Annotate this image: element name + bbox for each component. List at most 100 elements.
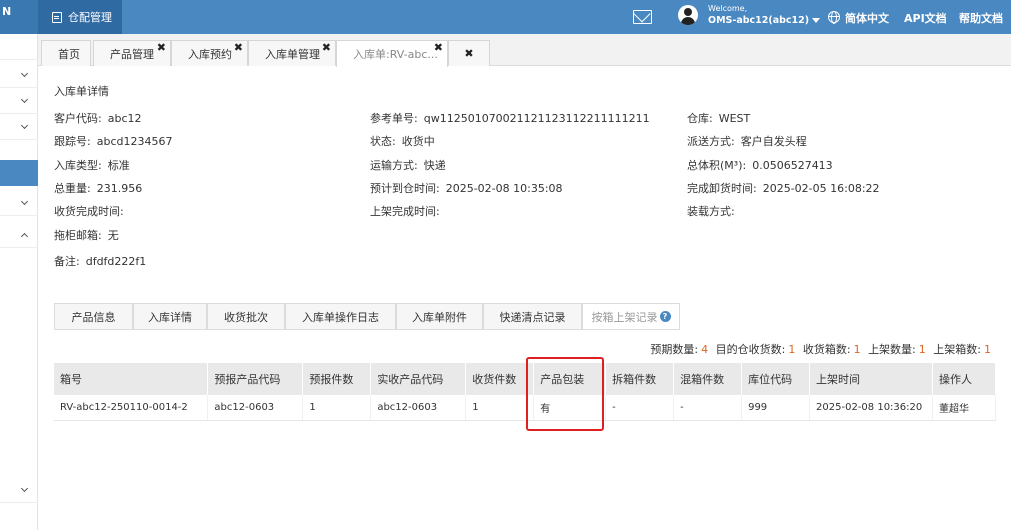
cell-location-code: 999 [741, 395, 811, 421]
help-docs-link[interactable]: 帮助文档 [959, 10, 1003, 26]
cell-forecast-sku: abc12-0603 [207, 395, 304, 421]
column-header: 操作人 [932, 363, 997, 395]
sidebar-item-4[interactable] [0, 114, 38, 140]
summary-label: 上架数量: [868, 343, 916, 356]
column-header: 混箱件数 [673, 363, 743, 395]
document-icon [52, 11, 62, 23]
column-header: 上架时间 [809, 363, 933, 395]
field-receive-complete: 收货完成时间: [54, 205, 124, 218]
close-icon[interactable]: ✖ [322, 41, 331, 54]
subtab-product-info[interactable]: 产品信息 [54, 303, 133, 330]
chevron-up-icon [20, 232, 29, 241]
avatar[interactable] [678, 5, 698, 25]
top-bar: N 仓配管理 Welcome, OMS-abc12(abc12) 简体中文 AP… [0, 0, 1011, 34]
help-icon[interactable]: ? [659, 311, 671, 322]
summary-label: 收货箱数: [802, 343, 851, 356]
sidebar-item-3[interactable] [0, 88, 38, 114]
chevron-down-icon [20, 121, 29, 130]
column-header: 收货件数 [465, 363, 535, 395]
column-header: 实收产品代码 [370, 363, 467, 395]
cell-unboxed-qty: - [605, 395, 675, 421]
sidebar-item-1[interactable] [0, 34, 38, 60]
quantity-summary: 预期数量: 4 目的仓收货数: 1 收货箱数: 1 上架数量: 1 上架箱数: 1 [650, 341, 995, 357]
field-warehouse: 仓库: WEST [687, 112, 751, 125]
subtab-receiving-batch[interactable]: 收货批次 [207, 303, 285, 330]
page-tab-bar: 首页 产品管理 ✖ 入库预约 ✖ 入库单管理 ✖ 入库单:RV-abc... ✖ ✖ [38, 34, 1011, 67]
close-icon[interactable]: ✖ [434, 41, 443, 54]
close-all-tabs-button[interactable]: ✖ [448, 40, 490, 66]
cell-operator: 董超华 [932, 395, 997, 421]
close-icon[interactable]: ✖ [157, 41, 166, 54]
field-estimated-arrival: 预计到仓时间: 2025-02-08 10:35:08 [370, 182, 563, 195]
sidebar-item-7[interactable] [0, 477, 38, 503]
brand-logo: N [0, 0, 38, 34]
tab-inbound-appointment[interactable]: 入库预约 ✖ [171, 40, 248, 66]
tab-label: 入库单管理 [265, 47, 320, 61]
summary-value: 1 [918, 343, 926, 356]
chevron-down-icon [20, 69, 29, 78]
tab-inbound-management[interactable]: 入库单管理 ✖ [248, 40, 336, 66]
api-docs-link[interactable]: API文档 [904, 10, 947, 26]
cell-mixed-qty: - [673, 395, 743, 421]
welcome-text: Welcome, [708, 4, 748, 13]
subtab-label: 按箱上架记录 [591, 310, 658, 324]
caret-down-icon [812, 18, 821, 23]
chevron-down-icon [20, 197, 29, 206]
sidebar-item-active[interactable] [0, 160, 38, 186]
module-tab-warehouse[interactable]: 仓配管理 [38, 0, 122, 34]
sidebar [0, 34, 38, 530]
field-total-volume: 总体积(M³): 0.0506527413 [687, 159, 833, 172]
cell-shelf-time: 2025-02-08 10:36:20 [809, 395, 933, 421]
close-icon: ✖ [464, 47, 474, 60]
field-tracking-no: 跟踪号: abcd1234567 [54, 135, 173, 148]
cell-box-no: RV-abc12-250110-0014-2 [54, 395, 209, 421]
field-customer-code: 客户代码: abc12 [54, 112, 142, 125]
field-inbound-type: 入库类型: 标准 [54, 159, 130, 172]
field-reference-no: 参考单号: qw112501070021121123112211111211 [370, 112, 650, 125]
summary-label: 上架箱数: [933, 343, 981, 356]
tab-inbound-detail[interactable]: 入库单:RV-abc... ✖ [336, 40, 448, 67]
column-header: 库位代码 [741, 363, 811, 395]
field-loading-method: 装载方式: [687, 205, 735, 218]
summary-value: 1 [853, 343, 861, 356]
sidebar-item-2[interactable] [0, 62, 38, 88]
globe-icon[interactable] [828, 11, 840, 24]
tab-home[interactable]: 首页 [41, 40, 91, 66]
field-total-weight: 总重量: 231.956 [54, 182, 143, 195]
summary-value: 1 [788, 343, 796, 356]
summary-value: 1 [984, 343, 991, 356]
table-row[interactable]: RV-abc12-250110-0014-2 abc12-0603 1 abc1… [54, 395, 997, 421]
subtab-inbound-detail[interactable]: 入库详情 [133, 303, 207, 330]
summary-value: 4 [701, 343, 709, 356]
sidebar-item-5[interactable] [0, 190, 38, 216]
language-selector[interactable]: 简体中文 [845, 10, 889, 26]
chevron-down-icon [20, 484, 29, 493]
sidebar-item-6[interactable] [0, 222, 38, 248]
user-menu[interactable]: OMS-abc12(abc12) [708, 15, 821, 26]
mail-icon[interactable] [633, 10, 652, 24]
field-unload-complete: 完成卸货时间: 2025-02-05 16:08:22 [687, 182, 880, 195]
column-header: 箱号 [54, 363, 209, 395]
module-label: 仓配管理 [68, 11, 112, 24]
summary-label: 预期数量: [650, 343, 699, 356]
tab-label: 首页 [58, 47, 80, 61]
table-header-row: 箱号 预报产品代码 预报件数 实收产品代码 收货件数 产品包装 拆箱件数 混箱件… [54, 363, 997, 395]
cell-received-qty: 1 [465, 395, 535, 421]
cell-forecast-qty: 1 [302, 395, 372, 421]
field-remarks: 备注: dfdfd222f1 [54, 255, 147, 268]
subtab-express-count[interactable]: 快递清点记录 [483, 303, 582, 330]
tab-product-management[interactable]: 产品管理 ✖ [93, 40, 171, 66]
subtab-attachments[interactable]: 入库单附件 [396, 303, 483, 330]
close-icon[interactable]: ✖ [234, 41, 243, 54]
field-transport-method: 运输方式: 快递 [370, 159, 446, 172]
tab-label: 入库单:RV-abc... [353, 48, 438, 61]
field-delivery-method: 派送方式: 客户自发头程 [687, 135, 807, 148]
subtab-box-shelving[interactable]: 按箱上架记录? [582, 303, 680, 330]
highlight-box [526, 357, 604, 431]
subtab-operation-log[interactable]: 入库单操作日志 [285, 303, 396, 330]
cell-actual-sku: abc12-0603 [370, 395, 467, 421]
main-content: 入库单详情 客户代码: abc12 参考单号: qw1125010700211211… [40, 67, 1011, 530]
summary-label: 目的仓收货数: [715, 343, 786, 356]
tab-label: 产品管理 [110, 47, 154, 61]
section-title: 入库单详情 [54, 85, 109, 98]
